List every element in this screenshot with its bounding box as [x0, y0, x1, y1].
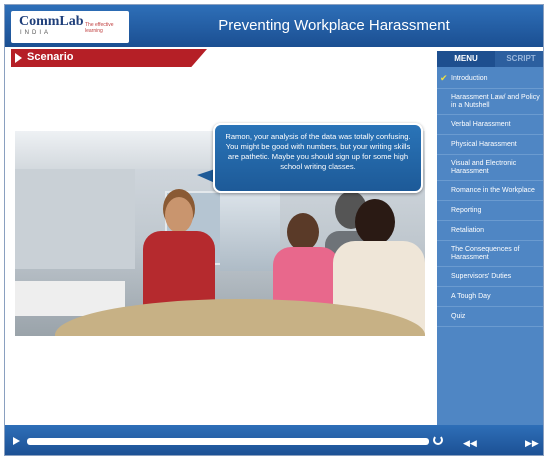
- menu-item-label: Harassment Law/ and Policy in a Nutshell: [451, 93, 540, 109]
- progress-bar[interactable]: [27, 438, 429, 445]
- rewind-icon[interactable]: ◀◀: [463, 439, 477, 448]
- menu-item-physical-harassment[interactable]: Physical Harassment: [437, 135, 543, 155]
- logo: CommLab INDIA The effective learning: [11, 11, 129, 43]
- foreground-head: [355, 199, 395, 245]
- scenario-text: Scenario: [27, 51, 74, 63]
- menu-item-introduction[interactable]: ✔ Introduction: [437, 69, 543, 89]
- menu-item-label: Introduction: [451, 74, 488, 82]
- menu-item-label: Supervisors' Duties: [451, 272, 512, 280]
- menu-item-quiz[interactable]: Quiz: [437, 307, 543, 327]
- menu-item-retaliation[interactable]: Retaliation: [437, 221, 543, 241]
- menu-item-label: Reporting: [451, 206, 482, 214]
- speech-bubble: Ramon, your analysis of the data was tot…: [213, 123, 423, 193]
- replay-icon[interactable]: [433, 435, 443, 445]
- course-title: Preventing Workplace Harassment: [218, 17, 450, 34]
- menu-item-label: Verbal Harassment: [451, 120, 511, 128]
- office-wall: [15, 169, 135, 269]
- menu-item-label: Quiz: [451, 312, 466, 320]
- tab-menu[interactable]: MENU: [437, 51, 495, 67]
- menu-item-consequences[interactable]: The Consequences of Harassment: [437, 241, 543, 267]
- course-player: CommLab INDIA The effective learning Pre…: [4, 4, 544, 456]
- menu-item-supervisors-duties[interactable]: Supervisors' Duties: [437, 267, 543, 287]
- menu-item-label: Physical Harassment: [451, 140, 517, 148]
- menu-list: ✔ Introduction Harassment Law/ and Polic…: [437, 69, 543, 327]
- menu-item-harassment-law[interactable]: Harassment Law/ and Policy in a Nutshell: [437, 89, 543, 115]
- speaker-figure: [143, 231, 215, 306]
- menu-item-label: Romance in the Workplace: [451, 186, 535, 194]
- menu-item-reporting[interactable]: Reporting: [437, 201, 543, 221]
- menu-item-label: A Tough Day: [451, 292, 491, 300]
- sidebar: MENU SCRIPT ✔ Introduction Harassment La…: [437, 51, 543, 425]
- menu-item-romance[interactable]: Romance in the Workplace: [437, 181, 543, 201]
- menu-item-label: Visual and Electronic Harassment: [451, 159, 517, 175]
- menu-item-label: Retaliation: [451, 226, 485, 234]
- menu-item-label: The Consequences of Harassment: [451, 245, 520, 261]
- listener-head: [287, 213, 319, 251]
- header-bar: CommLab INDIA The effective learning Pre…: [5, 5, 543, 47]
- checkmark-icon: ✔: [440, 73, 448, 83]
- tab-script[interactable]: SCRIPT: [497, 51, 543, 67]
- menu-item-visual-electronic[interactable]: Visual and Electronic Harassment: [437, 155, 543, 181]
- logo-tagline: The effective learning: [85, 22, 114, 34]
- chevron-right-icon: [15, 53, 22, 63]
- logo-sub: INDIA: [20, 30, 52, 36]
- player-controls: ◀◀ ▶▶: [5, 425, 543, 455]
- menu-item-tough-day[interactable]: A Tough Day: [437, 287, 543, 307]
- speaker-head: [165, 197, 193, 233]
- speech-text: Ramon, your analysis of the data was tot…: [225, 132, 411, 171]
- corridor: [220, 186, 280, 271]
- sidebar-tabs: MENU SCRIPT: [437, 51, 543, 67]
- fast-forward-icon[interactable]: ▶▶: [525, 439, 539, 448]
- play-icon[interactable]: [13, 437, 20, 445]
- scenario-label: Scenario: [11, 49, 207, 67]
- logo-brand: CommLab: [19, 14, 84, 29]
- menu-item-verbal-harassment[interactable]: Verbal Harassment: [437, 115, 543, 135]
